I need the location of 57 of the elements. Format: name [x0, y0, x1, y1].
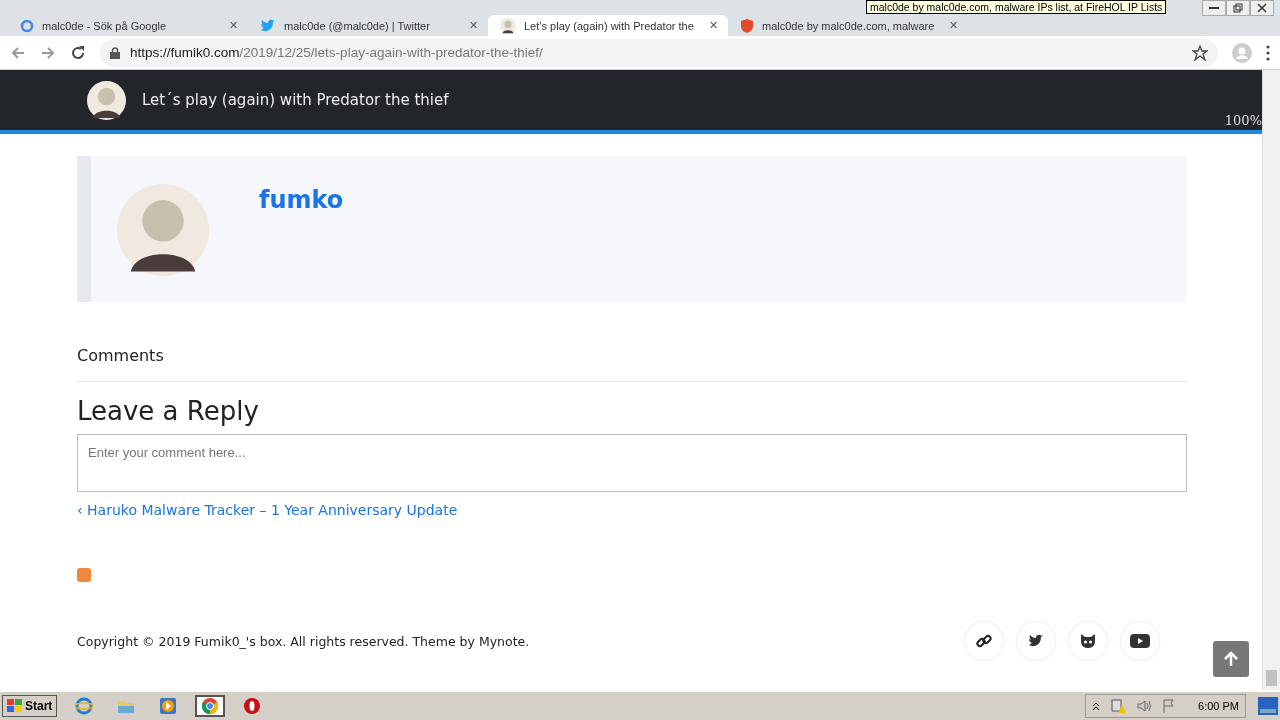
browser-tab[interactable]: malc0de (@malc0de) | Twitter ✕	[248, 15, 488, 36]
address-bar[interactable]: https://fumik0.com/2019/12/25/lets-play-again-with-predator-the-thief/	[100, 38, 1218, 67]
globe-icon	[75, 697, 94, 715]
progress-label: 100%	[1224, 113, 1262, 128]
bird-icon	[260, 18, 276, 33]
comments-heading: Comments	[77, 346, 1187, 382]
avatar-icon	[500, 17, 516, 34]
scrollbar[interactable]	[1262, 70, 1280, 690]
menu-icon[interactable]	[1266, 44, 1270, 61]
avatar-icon	[117, 184, 209, 276]
bird-icon	[1028, 634, 1044, 648]
close-icon[interactable]: ✕	[709, 19, 718, 32]
reply-heading: Leave a Reply	[77, 396, 260, 426]
browser-tab[interactable]: Let’s play (again) with Predator the ✕	[488, 15, 728, 36]
chevron-icon[interactable]	[1092, 701, 1101, 711]
close-icon[interactable]: ✕	[229, 19, 238, 32]
comment-field[interactable]: Enter your comment here...	[77, 434, 1187, 492]
close-icon[interactable]: ✕	[469, 19, 478, 32]
copyright-text: Copyright © 2019 Fumik0_'s box. All rights reserved. Theme by Mynote.	[77, 633, 530, 649]
browser-tab[interactable]: malc0de by malc0de.com, malware ✕	[728, 15, 968, 36]
browser-tab[interactable]: malc0de - Sök på Google ✕	[8, 15, 248, 36]
start-button[interactable]: Start	[2, 695, 58, 717]
social-link[interactable]	[1017, 622, 1055, 660]
social-link[interactable]	[965, 622, 1003, 660]
forward-icon[interactable]	[40, 44, 56, 61]
star-icon[interactable]	[1192, 44, 1208, 61]
play-icon	[159, 697, 178, 715]
lock-icon	[110, 46, 120, 59]
flag-icon[interactable]	[1162, 698, 1177, 714]
close-icon[interactable]: ✕	[949, 19, 958, 32]
post-title: Let´s play (again) with Predator the thief	[142, 91, 449, 109]
social-link[interactable]	[1121, 622, 1159, 660]
speaker-icon[interactable]	[1136, 698, 1153, 714]
chrome-icon	[202, 698, 219, 714]
clock[interactable]: 6:00 PM	[1198, 700, 1239, 712]
cat-icon	[1079, 633, 1097, 649]
close-button[interactable]	[1250, 0, 1274, 16]
taskbar-app[interactable]	[195, 695, 226, 717]
folder-icon	[117, 698, 136, 714]
play-icon	[1130, 634, 1150, 648]
shield-icon	[740, 17, 754, 34]
windows-logo-icon	[7, 699, 23, 713]
restore-button[interactable]	[1226, 0, 1250, 16]
social-link[interactable]	[1069, 622, 1107, 660]
avatar-icon	[87, 80, 126, 120]
link-icon	[976, 633, 992, 649]
reload-icon[interactable]	[70, 44, 86, 61]
minimize-icon	[1209, 6, 1219, 10]
tooltip: malc0de by malc0de.com, malware IPs list, at FireHOL IP Lists	[866, 0, 1167, 14]
back-icon[interactable]	[10, 44, 26, 61]
restore-icon	[1233, 3, 1243, 13]
close-icon	[1257, 3, 1267, 13]
minimize-button[interactable]	[1202, 0, 1226, 16]
author-name: fumko	[259, 186, 344, 216]
previous-post-link[interactable]: ‹ Haruko Malware Tracker – 1 Year Anniversary Update	[77, 502, 458, 518]
back-to-top-button[interactable]	[1213, 641, 1249, 677]
arrow-up-icon	[1223, 651, 1239, 667]
